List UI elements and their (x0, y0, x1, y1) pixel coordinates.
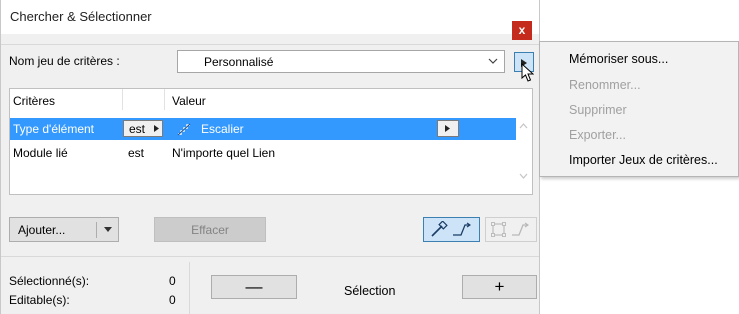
column-divider (122, 89, 123, 110)
chevron-down-icon[interactable] (519, 173, 528, 179)
marquee-criteria-button[interactable] (485, 217, 537, 242)
selected-count: 0 (169, 274, 176, 288)
add-button-label: Ajouter... (18, 223, 66, 237)
criteria-set-dropdown[interactable]: Personnalisé (177, 50, 505, 73)
selected-label: Sélectionné(s): (9, 274, 90, 288)
play-arrow-icon (154, 125, 159, 132)
criterion-cell: Module lié (13, 146, 68, 160)
value-cell: Escalier (201, 122, 244, 136)
remove-from-selection-button[interactable]: — (211, 275, 297, 299)
clear-button[interactable]: Effacer (154, 217, 266, 242)
chevron-up-icon[interactable] (519, 123, 528, 129)
divider (1, 44, 539, 45)
value-options-button[interactable] (437, 120, 459, 137)
marquee-icon (491, 222, 529, 237)
value-cell: N'importe quel Lien (172, 146, 276, 160)
table-row[interactable]: Module lié est N'importe quel Lien (10, 142, 516, 164)
menu-item-import[interactable]: Importer Jeux de critères... (569, 153, 718, 167)
operator-cell: est (128, 146, 145, 160)
menu-item-save-as[interactable]: Mémoriser sous... (569, 52, 668, 66)
add-button[interactable]: Ajouter... (9, 217, 119, 242)
divider (189, 262, 190, 314)
menu-item-delete[interactable]: Supprimer (569, 103, 627, 117)
vertical-scrollbar[interactable] (515, 89, 532, 194)
mouse-pointer-icon (521, 63, 534, 82)
title-bar: Chercher & Sélectionner x (1, 0, 539, 40)
plus-icon: + (494, 277, 505, 296)
selection-label: Sélection (344, 284, 396, 298)
editable-count: 0 (169, 293, 176, 307)
column-divider (164, 89, 165, 110)
criterion-cell: Type d'élément (13, 122, 95, 136)
editable-label: Editable(s): (9, 293, 70, 307)
play-arrow-icon (445, 125, 450, 132)
find-select-dialog: Chercher & Sélectionner x Nom jeu de cri… (0, 0, 540, 314)
add-to-selection-button[interactable]: + (462, 275, 537, 299)
column-header-criteria[interactable]: Critères (13, 94, 55, 108)
operator-button[interactable]: est (123, 120, 163, 137)
menu-item-export[interactable]: Exporter... (569, 128, 626, 142)
close-button[interactable]: x (512, 21, 532, 40)
clear-button-label: Effacer (191, 223, 229, 237)
dropdown-arrow-icon[interactable] (104, 227, 112, 232)
criteria-set-value: Personnalisé (204, 55, 274, 69)
criteria-table[interactable]: Critères Valeur Type d'élément est Escal… (9, 88, 533, 195)
operator-label: est (129, 122, 146, 136)
divider (1, 256, 539, 257)
criteria-set-menu: Mémoriser sous... Renommer... Supprimer … (539, 41, 739, 177)
split-divider (96, 222, 97, 238)
dialog-title: Chercher & Sélectionner (10, 9, 152, 24)
minus-icon: — (245, 277, 263, 296)
eyedropper-icon (431, 221, 471, 237)
pick-criteria-button[interactable] (423, 217, 480, 242)
criteria-set-label: Nom jeu de critères : (9, 54, 120, 68)
column-header-value[interactable]: Valeur (172, 94, 206, 108)
table-row[interactable]: Type d'élément est Escalier (10, 118, 516, 140)
menu-item-rename[interactable]: Renommer... (569, 78, 641, 92)
stair-icon (177, 123, 191, 136)
chevron-down-icon (488, 58, 498, 64)
